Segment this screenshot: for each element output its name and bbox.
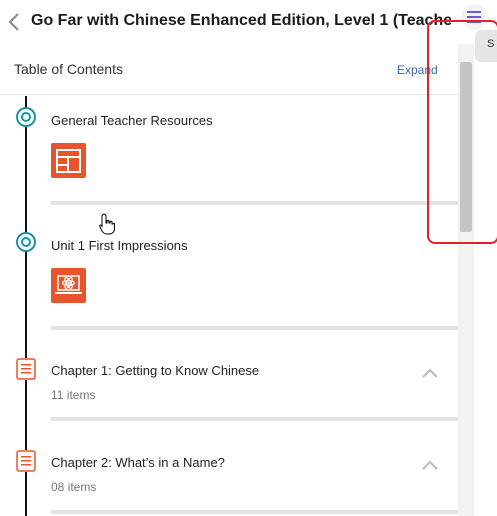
item-divider: [51, 510, 458, 514]
toc-item-label: Chapter 2: What’s in a Name?: [51, 455, 225, 470]
toc-item-label: General Teacher Resources: [51, 113, 213, 128]
top-bar: Go Far with Chinese Enhanced Edition, Le…: [0, 0, 497, 44]
document-icon: [16, 450, 36, 472]
item-divider: [51, 326, 458, 330]
layout-tile-icon[interactable]: [51, 143, 86, 178]
chevron-up-icon[interactable]: [420, 366, 440, 380]
item-divider: [51, 417, 458, 421]
toc-title: Table of Contents: [14, 61, 123, 77]
document-icon: [16, 358, 36, 380]
toc-item-chapter-1[interactable]: Chapter 1: Getting to Know Chinese 11 it…: [0, 346, 458, 422]
back-button[interactable]: [3, 8, 25, 36]
timeline-node-icon: [16, 232, 36, 252]
toc-item-label: Unit 1 First Impressions: [51, 238, 188, 253]
science-laptop-icon[interactable]: [51, 268, 86, 303]
toc-item-chapter-2[interactable]: Chapter 2: What’s in a Name? 08 items: [0, 440, 458, 516]
chevron-left-icon: [8, 13, 19, 31]
page-title: Go Far with Chinese Enhanced Edition, Le…: [31, 12, 451, 29]
toc-item-unit-1[interactable]: Unit 1 First Impressions: [0, 222, 458, 332]
item-count: 11 items: [51, 388, 96, 402]
hand-cursor-icon: [99, 213, 115, 235]
highlight-box: [427, 20, 497, 244]
chevron-up-icon[interactable]: [420, 458, 440, 472]
item-divider: [51, 201, 458, 205]
toc-item-label: Chapter 1: Getting to Know Chinese: [51, 363, 260, 378]
toc-item-general-teacher-resources[interactable]: General Teacher Resources: [0, 96, 458, 208]
item-count: 08 items: [51, 480, 97, 494]
toc-header: Table of Contents Expand: [0, 44, 458, 95]
timeline-node-icon: [16, 107, 36, 127]
app-root: Go Far with Chinese Enhanced Edition, Le…: [0, 0, 497, 516]
